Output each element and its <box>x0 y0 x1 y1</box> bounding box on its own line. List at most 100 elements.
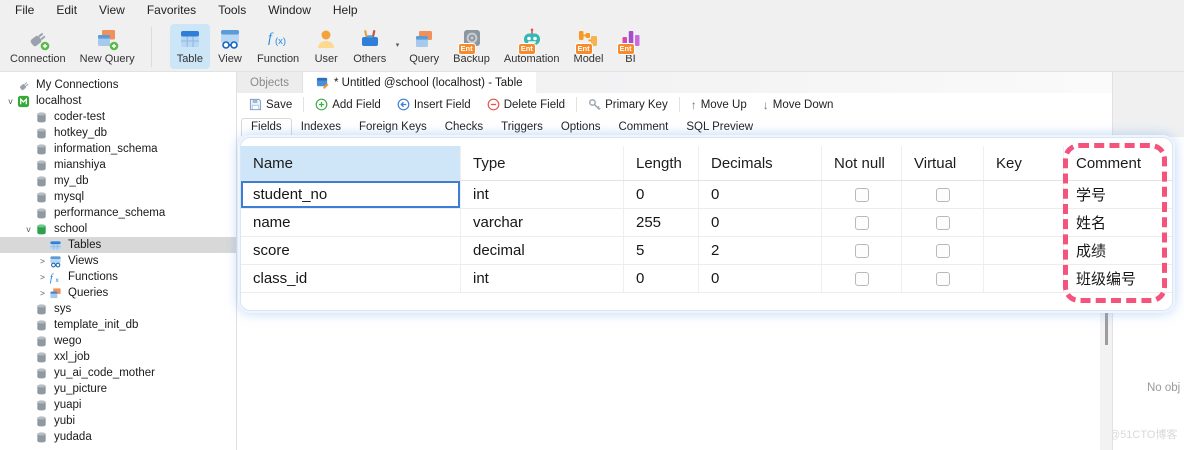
cell-decimals[interactable]: 0 <box>699 181 822 208</box>
sidebar-item-mianshiya[interactable]: mianshiya <box>0 157 236 173</box>
sidebar-item-yuapi[interactable]: yuapi <box>0 397 236 413</box>
menu-window[interactable]: Window <box>257 0 322 21</box>
expander-closed-icon[interactable]: > <box>36 272 49 282</box>
cell-not-null[interactable] <box>822 265 902 292</box>
cell-key[interactable] <box>984 265 1064 292</box>
toolbar-button-connection[interactable]: Connection <box>3 24 73 69</box>
menu-edit[interactable]: Edit <box>45 0 88 21</box>
sidebar-item-xxl-job[interactable]: xxl_job <box>0 349 236 365</box>
cell-not-null[interactable] <box>822 209 902 236</box>
cell-virtual[interactable] <box>902 209 984 236</box>
cell-virtual[interactable] <box>902 237 984 264</box>
toolbar-button-model[interactable]: EntModel <box>567 24 611 69</box>
menu-favorites[interactable]: Favorites <box>136 0 207 21</box>
column-header-comment[interactable]: Comment <box>1064 146 1174 180</box>
cell-type[interactable]: int <box>461 181 624 208</box>
sidebar-item-wego[interactable]: wego <box>0 333 236 349</box>
cell-key[interactable] <box>984 181 1064 208</box>
cell-comment[interactable]: 姓名 <box>1064 209 1174 236</box>
column-header-name[interactable]: Name <box>241 146 461 180</box>
cell-key[interactable] <box>984 209 1064 236</box>
column-header-key[interactable]: Key <box>984 146 1064 180</box>
scrollbar-thumb[interactable] <box>1105 311 1108 345</box>
toolbar-button-automation[interactable]: EntAutomation <box>497 24 567 69</box>
column-header-type[interactable]: Type <box>461 146 624 180</box>
primary-key-button[interactable]: Primary Key <box>580 95 676 115</box>
sidebar-item-mysql[interactable]: mysql <box>0 189 236 205</box>
subtab-options[interactable]: Options <box>552 119 610 136</box>
cell-virtual[interactable] <box>902 181 984 208</box>
virtual-checkbox[interactable] <box>936 272 950 286</box>
cell-length[interactable]: 0 <box>624 181 699 208</box>
sidebar-item-template-init-db[interactable]: template_init_db <box>0 317 236 333</box>
virtual-checkbox[interactable] <box>936 216 950 230</box>
insert-field-button[interactable]: Insert Field <box>389 95 479 115</box>
sidebar-item-localhost[interactable]: vlocalhost <box>0 93 236 109</box>
add-field-button[interactable]: Add Field <box>307 95 389 115</box>
toolbar-button-function[interactable]: f(x)Function <box>250 24 306 69</box>
subtab-foreign-keys[interactable]: Foreign Keys <box>350 119 436 136</box>
column-header-length[interactable]: Length <box>624 146 699 180</box>
subtab-triggers[interactable]: Triggers <box>492 119 552 136</box>
column-header-not-null[interactable]: Not null <box>822 146 902 180</box>
toolbar-button-backup[interactable]: EntBackup <box>446 24 497 69</box>
tab-objects[interactable]: Objects <box>237 72 303 93</box>
subtab-indexes[interactable]: Indexes <box>292 119 350 136</box>
sidebar-item-performance-schema[interactable]: performance_schema <box>0 205 236 221</box>
toolbar-button-bi[interactable]: EntBI <box>611 24 651 69</box>
subtab-fields[interactable]: Fields <box>241 118 292 136</box>
sidebar-item-school[interactable]: vschool <box>0 221 236 237</box>
toolbar-button-table[interactable]: Table <box>170 24 210 69</box>
not-null-checkbox[interactable] <box>855 216 869 230</box>
subtab-checks[interactable]: Checks <box>436 119 492 136</box>
sidebar-item-yu-ai-code-mother[interactable]: yu_ai_code_mother <box>0 365 236 381</box>
sidebar-item-yubi[interactable]: yubi <box>0 413 236 429</box>
move-up-button[interactable]: ↑ Move Up <box>683 95 755 115</box>
vertical-scrollbar[interactable] <box>1100 311 1112 450</box>
cell-virtual[interactable] <box>902 265 984 292</box>
virtual-checkbox[interactable] <box>936 188 950 202</box>
move-down-button[interactable]: ↓ Move Down <box>755 95 842 115</box>
not-null-checkbox[interactable] <box>855 272 869 286</box>
cell-type[interactable]: decimal <box>461 237 624 264</box>
virtual-checkbox[interactable] <box>936 244 950 258</box>
cell-type[interactable]: int <box>461 265 624 292</box>
cell-comment[interactable]: 班级编号 <box>1064 265 1174 292</box>
cell-decimals[interactable]: 0 <box>699 265 822 292</box>
cell-comment[interactable]: 学号 <box>1064 181 1174 208</box>
sidebar-item-coder-test[interactable]: coder-test <box>0 109 236 125</box>
sidebar-item-my-db[interactable]: my_db <box>0 173 236 189</box>
sidebar-item-sys[interactable]: sys <box>0 301 236 317</box>
cell-length[interactable]: 0 <box>624 265 699 292</box>
menu-view[interactable]: View <box>88 0 136 21</box>
cell-name[interactable]: score <box>241 237 461 264</box>
sidebar-item-queries[interactable]: >Queries <box>0 285 236 301</box>
toolbar-button-new-query[interactable]: New Query <box>73 24 142 69</box>
cell-name[interactable]: name <box>241 209 461 236</box>
expander-open-icon[interactable]: v <box>22 224 35 234</box>
tab-table-designer[interactable]: * Untitled @school (localhost) - Table <box>303 72 536 93</box>
sidebar-item-functions[interactable]: >fxFunctions <box>0 269 236 285</box>
cell-length[interactable]: 255 <box>624 209 699 236</box>
menu-help[interactable]: Help <box>322 0 369 21</box>
sidebar-item-tables[interactable]: Tables <box>0 237 236 253</box>
cell-decimals[interactable]: 0 <box>699 209 822 236</box>
toolbar-button-query[interactable]: Query <box>402 24 446 69</box>
expander-closed-icon[interactable]: > <box>36 288 49 298</box>
subtab-sql-preview[interactable]: SQL Preview <box>677 119 762 136</box>
cell-name[interactable]: student_no <box>241 181 461 208</box>
toolbar-button-others[interactable]: Others▾ <box>346 24 393 69</box>
cell-type[interactable]: varchar <box>461 209 624 236</box>
cell-not-null[interactable] <box>822 237 902 264</box>
sidebar-item-yu-picture[interactable]: yu_picture <box>0 381 236 397</box>
menu-file[interactable]: File <box>4 0 45 21</box>
not-null-checkbox[interactable] <box>855 244 869 258</box>
sidebar-item-yudada[interactable]: yudada <box>0 429 236 445</box>
toolbar-button-user[interactable]: User <box>306 24 346 69</box>
save-button[interactable]: Save <box>241 95 300 115</box>
sidebar-item-views[interactable]: >Views <box>0 253 236 269</box>
cell-decimals[interactable]: 2 <box>699 237 822 264</box>
column-header-decimals[interactable]: Decimals <box>699 146 822 180</box>
cell-comment[interactable]: 成绩 <box>1064 237 1174 264</box>
expander-closed-icon[interactable]: > <box>36 256 49 266</box>
